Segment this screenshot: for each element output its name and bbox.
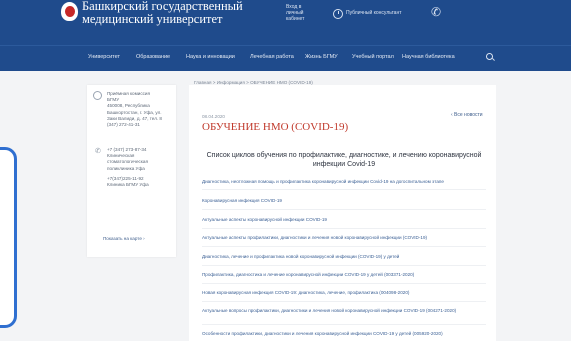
all-news-link[interactable]: ‹ Все новости [451, 112, 483, 118]
divider [202, 324, 486, 325]
course-link[interactable]: Диагностика, неотложная помощь и профила… [202, 178, 486, 185]
phone-line: стоматологическая [107, 159, 148, 165]
course-link[interactable]: Новая коронавирусная инфекция COVID-19: … [202, 289, 486, 296]
phone-line: Клиника БГМУ Уфа [107, 182, 149, 188]
divider [202, 283, 486, 284]
admissions-address: Приёмная комиссия БГМУ 450008, Республик… [107, 91, 162, 128]
clock-icon [333, 9, 343, 19]
course-link[interactable]: Диагностика, лечение и профилактика ново… [202, 253, 486, 260]
divider [202, 228, 486, 229]
course-link[interactable]: Актуальные аспекты коронавирусной инфекц… [202, 216, 486, 223]
show-on-map-link[interactable]: Показать на карте › [103, 236, 145, 241]
course-link[interactable]: Профилактика, диагностика и лечение коро… [202, 271, 486, 278]
course-link[interactable]: Актуальные аспекты профилактики, диагнос… [202, 234, 486, 241]
page-title: ОБУЧЕНИЕ НМО (COVID-19) [202, 121, 349, 133]
main-navigation: Университет Образование Наука и инноваци… [0, 45, 571, 71]
article-content: 08.04.2020 ‹ Все новости ОБУЧЕНИЕ НМО (C… [189, 85, 496, 341]
nav-item-life[interactable]: Жизнь БГМУ [305, 54, 338, 60]
phone-line: поликлиника Уфа [107, 165, 145, 171]
site-header: Башкирский государственный медицинский у… [0, 0, 571, 45]
nav-item-university[interactable]: Университет [88, 54, 120, 60]
phone-icon: ✆ [95, 148, 101, 155]
clock-icon [93, 91, 102, 100]
nav-item-learning-portal[interactable]: Учебный портал [352, 54, 394, 60]
address-line: Башкортостан, г. Уфа, ул. [107, 109, 162, 115]
nav-item-medical-work[interactable]: Лечебная работа [250, 54, 294, 60]
university-name[interactable]: Башкирский государственный медицинский у… [82, 0, 282, 26]
address-line: (347) 272-41-31 [107, 122, 140, 128]
section-heading: Список циклов обучения по профилактике, … [206, 152, 482, 168]
contacts-sidebar: Приёмная комиссия БГМУ 450008, Республик… [87, 85, 176, 257]
search-icon[interactable] [486, 53, 493, 60]
course-link[interactable]: Актуальные вопросы профилактики, диагнос… [202, 307, 486, 314]
phone-list: +7 (347) 273-87-34 Клиническая стоматоло… [107, 147, 149, 188]
divider [202, 246, 486, 247]
divider [202, 189, 486, 190]
divider [202, 265, 486, 266]
nav-item-education[interactable]: Образование [136, 54, 170, 60]
nav-item-library[interactable]: Научная библиотека [402, 54, 455, 60]
university-logo[interactable] [61, 2, 78, 21]
course-link[interactable]: Особенности профилактики, диагностики и … [202, 330, 486, 337]
side-popup-panel[interactable] [0, 147, 17, 328]
logo-emblem [64, 6, 75, 17]
article-date: 08.04.2020 [202, 114, 225, 119]
personal-cabinet-link[interactable]: Вход в личный кабинет [286, 4, 316, 22]
course-link[interactable]: Коронавирусная инфекция COVID-19 [202, 197, 486, 204]
divider [202, 209, 486, 210]
public-consultant-link[interactable]: Публичный консультант [346, 10, 402, 16]
nav-item-science[interactable]: Наука и инновации [186, 54, 235, 60]
divider [202, 301, 486, 302]
phone-icon[interactable]: ✆ [431, 6, 441, 18]
